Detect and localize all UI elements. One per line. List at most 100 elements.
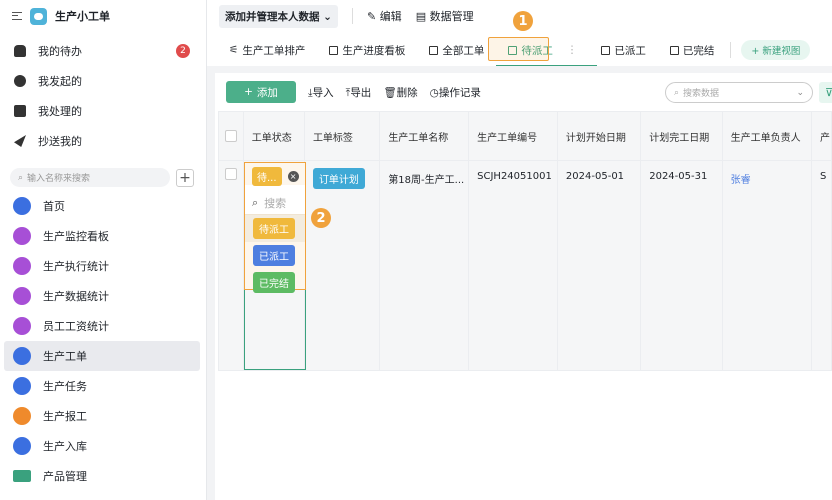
- clear-icon[interactable]: ×: [287, 170, 299, 182]
- gantt-icon: ⚟: [229, 44, 239, 56]
- data-manage-button[interactable]: ▤ 数据管理: [416, 8, 474, 24]
- table-icon: [429, 45, 439, 55]
- row-checkbox[interactable]: [225, 168, 237, 180]
- label: 生产进度看板: [342, 44, 406, 57]
- divider: [351, 8, 353, 24]
- label: 导出: [350, 86, 372, 99]
- sidebar-nav-item[interactable]: 生产监控看板: [4, 221, 200, 251]
- sidebar-nav-item[interactable]: 生产执行统计: [4, 251, 200, 281]
- divider: [730, 42, 732, 58]
- nav-icon: [13, 347, 31, 365]
- filter-button[interactable]: ⊽: [819, 82, 832, 103]
- log-button[interactable]: ◷操作记录: [430, 85, 481, 100]
- table-icon: [601, 45, 611, 55]
- sidebar-item-todo[interactable]: 我的待办 2: [0, 36, 206, 66]
- nav-icon: [13, 197, 31, 215]
- sidebar-item-handled[interactable]: 我处理的: [0, 96, 206, 126]
- dropdown-option[interactable]: 已派工: [245, 242, 305, 269]
- sidebar-item-cc[interactable]: 抄送我的: [0, 126, 206, 156]
- label: 我发起的: [38, 75, 82, 88]
- placeholder: 输入名称来搜索: [27, 174, 91, 184]
- nav-icon: [13, 470, 31, 482]
- table-row[interactable]: 订单计划 第18周-生产工... SCJH24051001 2024-05-01…: [218, 160, 832, 371]
- sidebar-nav-item[interactable]: 员工工资统计: [4, 311, 200, 341]
- tab-progress-board[interactable]: 生产进度看板: [317, 37, 417, 63]
- label: 产品管理: [43, 470, 87, 483]
- table-header: 工单状态 工单标签 生产工单名称 生产工单编号 计划开始日期 计划完工日期 生产…: [218, 111, 832, 161]
- col-header[interactable]: 生产工单名称: [379, 111, 470, 161]
- sidebar-nav-item[interactable]: 生产数据统计: [4, 281, 200, 311]
- col-header[interactable]: 生产工单负责人: [721, 111, 813, 161]
- step-marker-2: 2: [311, 208, 331, 228]
- app-logo: [30, 7, 47, 25]
- todo-count-badge: 2: [176, 44, 190, 58]
- import-button[interactable]: ⤓导入: [308, 85, 334, 100]
- label: 删除: [396, 86, 418, 99]
- dataset-dropdown[interactable]: 添加并管理本人数据 ⌄: [219, 4, 338, 28]
- clock-icon: ◷: [429, 86, 439, 99]
- label: 新建视图: [762, 46, 801, 57]
- label: 已完结: [682, 44, 715, 57]
- label: 生产工单: [43, 350, 87, 363]
- checkbox[interactable]: [225, 130, 237, 142]
- add-button[interactable]: + 添加: [226, 81, 296, 103]
- label: 编辑: [379, 10, 402, 23]
- new-view-button[interactable]: + 新建视图: [741, 40, 811, 60]
- play-icon: [14, 75, 26, 87]
- tab-schedule[interactable]: ⚟ 生产工单排产: [217, 37, 317, 63]
- dropdown-search-input[interactable]: ⌕ 搜索: [245, 185, 305, 215]
- sidebar-nav-item[interactable]: 首页: [4, 191, 200, 221]
- col-header[interactable]: 计划开始日期: [556, 111, 642, 161]
- sidebar-nav-item[interactable]: 生产报工: [4, 401, 200, 431]
- search-icon: ⌕: [252, 195, 259, 209]
- delete-button[interactable]: 🗑删除: [383, 85, 417, 100]
- more-icon[interactable]: ⋮: [567, 44, 578, 56]
- label: 生产报工: [43, 410, 87, 423]
- table-icon: [669, 45, 679, 55]
- highlight-box: [488, 37, 549, 61]
- dropdown-option[interactable]: 待派工: [245, 215, 305, 242]
- data-search-input[interactable]: ⌕ 搜索数据 ⌄: [665, 82, 813, 103]
- col-header[interactable]: 产: [811, 111, 832, 161]
- tab-all[interactable]: 全部工单: [417, 37, 496, 63]
- search-icon: ⌕: [18, 172, 24, 183]
- col-header[interactable]: 生产工单编号: [468, 111, 558, 161]
- tab-dispatched[interactable]: 已派工: [589, 37, 658, 63]
- table-icon: [329, 45, 339, 55]
- col-header[interactable]: 工单状态: [242, 111, 305, 161]
- label: 我处理的: [38, 105, 82, 118]
- label: 抄送我的: [38, 135, 82, 148]
- label: 生产数据统计: [43, 290, 109, 303]
- sidebar-nav-item[interactable]: 生产任务: [4, 371, 200, 401]
- export-button[interactable]: ⤒导出: [346, 85, 372, 100]
- add-item-button[interactable]: +: [176, 168, 194, 187]
- selected-status-tag: 待...: [252, 166, 282, 186]
- col-header[interactable]: 工单标签: [303, 111, 381, 161]
- option-tag: 待派工: [253, 218, 295, 239]
- nav-icon: [13, 407, 31, 425]
- owner-cell[interactable]: 张睿: [721, 160, 813, 371]
- dropdown-option[interactable]: 已完结: [245, 269, 305, 296]
- pencil-icon: ✎: [366, 10, 377, 23]
- code-cell: SCJH24051001: [468, 160, 558, 371]
- sidebar-nav-item[interactable]: 生产入库: [4, 431, 200, 461]
- label: 操作记录: [438, 86, 481, 99]
- nav-icon: [13, 227, 31, 245]
- label: 已派工: [614, 44, 646, 57]
- label: 添加: [256, 86, 278, 99]
- select-all[interactable]: [218, 111, 244, 161]
- menu-icon[interactable]: [12, 12, 22, 20]
- nav-icon: [13, 317, 31, 335]
- edit-button[interactable]: ✎ 编辑: [367, 8, 402, 24]
- sidebar-search-input[interactable]: ⌕ 输入名称来搜索: [10, 168, 170, 187]
- tab-completed[interactable]: 已完结: [658, 37, 727, 63]
- col-header[interactable]: 计划完工日期: [640, 111, 723, 161]
- sidebar-item-initiated[interactable]: 我发起的: [0, 66, 206, 96]
- table-card: + 添加 ⤓导入 ⤒导出 🗑删除 ◷操作记录 ⌕ 搜索数据 ⌄ ⊽ 工单状态 工单标签…: [215, 73, 832, 500]
- end-date-cell: 2024-05-31: [640, 160, 723, 371]
- sidebar-nav-item[interactable]: 生产工单: [4, 341, 200, 371]
- tag-badge: 订单计划: [312, 168, 365, 189]
- sidebar-nav-item[interactable]: 产品管理: [4, 461, 200, 491]
- label: 导入: [312, 86, 334, 99]
- placeholder: 搜索: [264, 196, 287, 210]
